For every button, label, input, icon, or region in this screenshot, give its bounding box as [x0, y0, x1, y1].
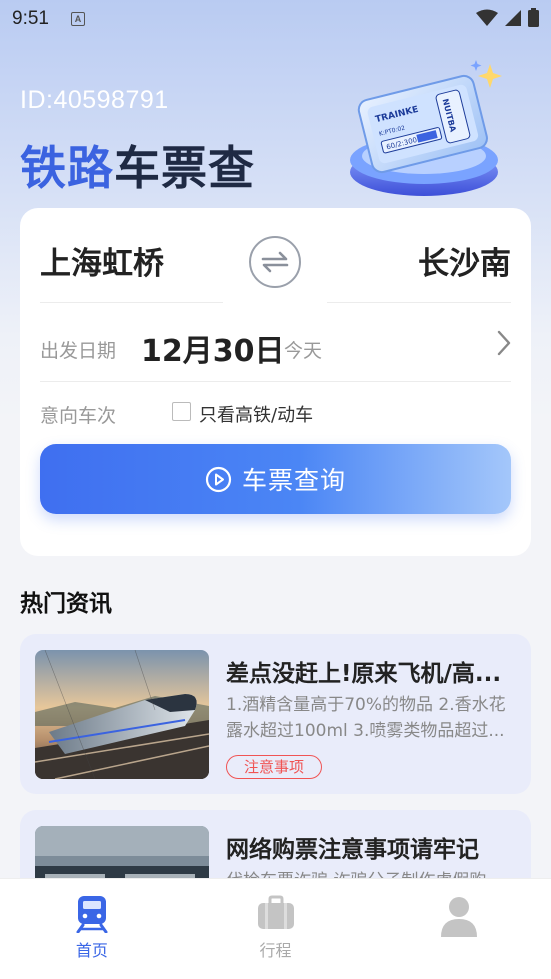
- notification-icon: A: [70, 12, 85, 26]
- nav-trips-label: 行程: [259, 941, 292, 960]
- search-button-label: 车票查询: [241, 466, 346, 495]
- from-station[interactable]: 上海虹桥: [40, 238, 164, 283]
- date-label: 出发日期: [40, 340, 117, 362]
- wifi-icon: [476, 9, 498, 26]
- status-right: [476, 8, 539, 27]
- nav-profile[interactable]: [367, 879, 551, 979]
- date-today-label: 今天: [284, 340, 323, 362]
- divider: [327, 302, 511, 303]
- news-item[interactable]: 差点没赶上!原来飞机/高... 1.酒精含量高于70%的物品 2.香水花露水超过…: [20, 634, 531, 794]
- nav-home[interactable]: 首页: [0, 879, 184, 979]
- hsr-only-checkbox[interactable]: [172, 402, 191, 421]
- divider: [40, 302, 223, 303]
- nav-home-label: 首页: [75, 941, 108, 960]
- status-bar: 9:51 A: [0, 0, 551, 38]
- news-thumbnail: [35, 650, 209, 779]
- battery-icon: [528, 8, 539, 27]
- date-value[interactable]: 12月30日: [141, 326, 285, 370]
- news-title: 网络购票注意事项请牢记: [226, 837, 479, 863]
- chevron-right-icon[interactable]: [497, 330, 511, 356]
- bottom-nav: 首页 行程: [0, 878, 551, 979]
- swap-icon: [261, 251, 289, 273]
- person-icon: [441, 897, 478, 937]
- app-title: 铁路车票查: [20, 132, 255, 198]
- search-card: 上海虹桥 长沙南 出发日期 12月30日 今天 意向车次 只看高铁/动车 车票查…: [20, 208, 531, 556]
- ticket-illustration: TRAINKE K:PT0:02 60/2:300 NUITBA: [350, 60, 502, 196]
- user-id: ID:40598791: [20, 86, 169, 114]
- to-station[interactable]: 长沙南: [418, 238, 511, 283]
- app-title-part1: 铁路: [20, 141, 114, 195]
- play-circle-icon: [205, 466, 232, 492]
- news-tag: 注意事项: [226, 755, 323, 779]
- status-time: 9:51: [12, 8, 49, 29]
- train-icon: [76, 896, 108, 933]
- news-section-title: 热门资讯: [20, 591, 112, 617]
- news-summary: 1.酒精含量高于70%的物品 2.香水花露水超过100ml 3.喷雾类物品超过.…: [226, 695, 506, 741]
- divider: [40, 381, 511, 382]
- app-title-part2: 车票查: [114, 141, 255, 195]
- swap-stations-button[interactable]: [249, 236, 301, 288]
- news-title: 差点没赶上!原来飞机/高...: [226, 661, 502, 687]
- search-tickets-button[interactable]: 车票查询: [40, 444, 511, 514]
- hsr-only-label[interactable]: 只看高铁/动车: [199, 401, 313, 427]
- nav-trips[interactable]: 行程: [184, 879, 368, 979]
- signal-icon: [505, 9, 521, 26]
- train-type-label: 意向车次: [40, 405, 117, 427]
- suitcase-icon: [257, 895, 294, 929]
